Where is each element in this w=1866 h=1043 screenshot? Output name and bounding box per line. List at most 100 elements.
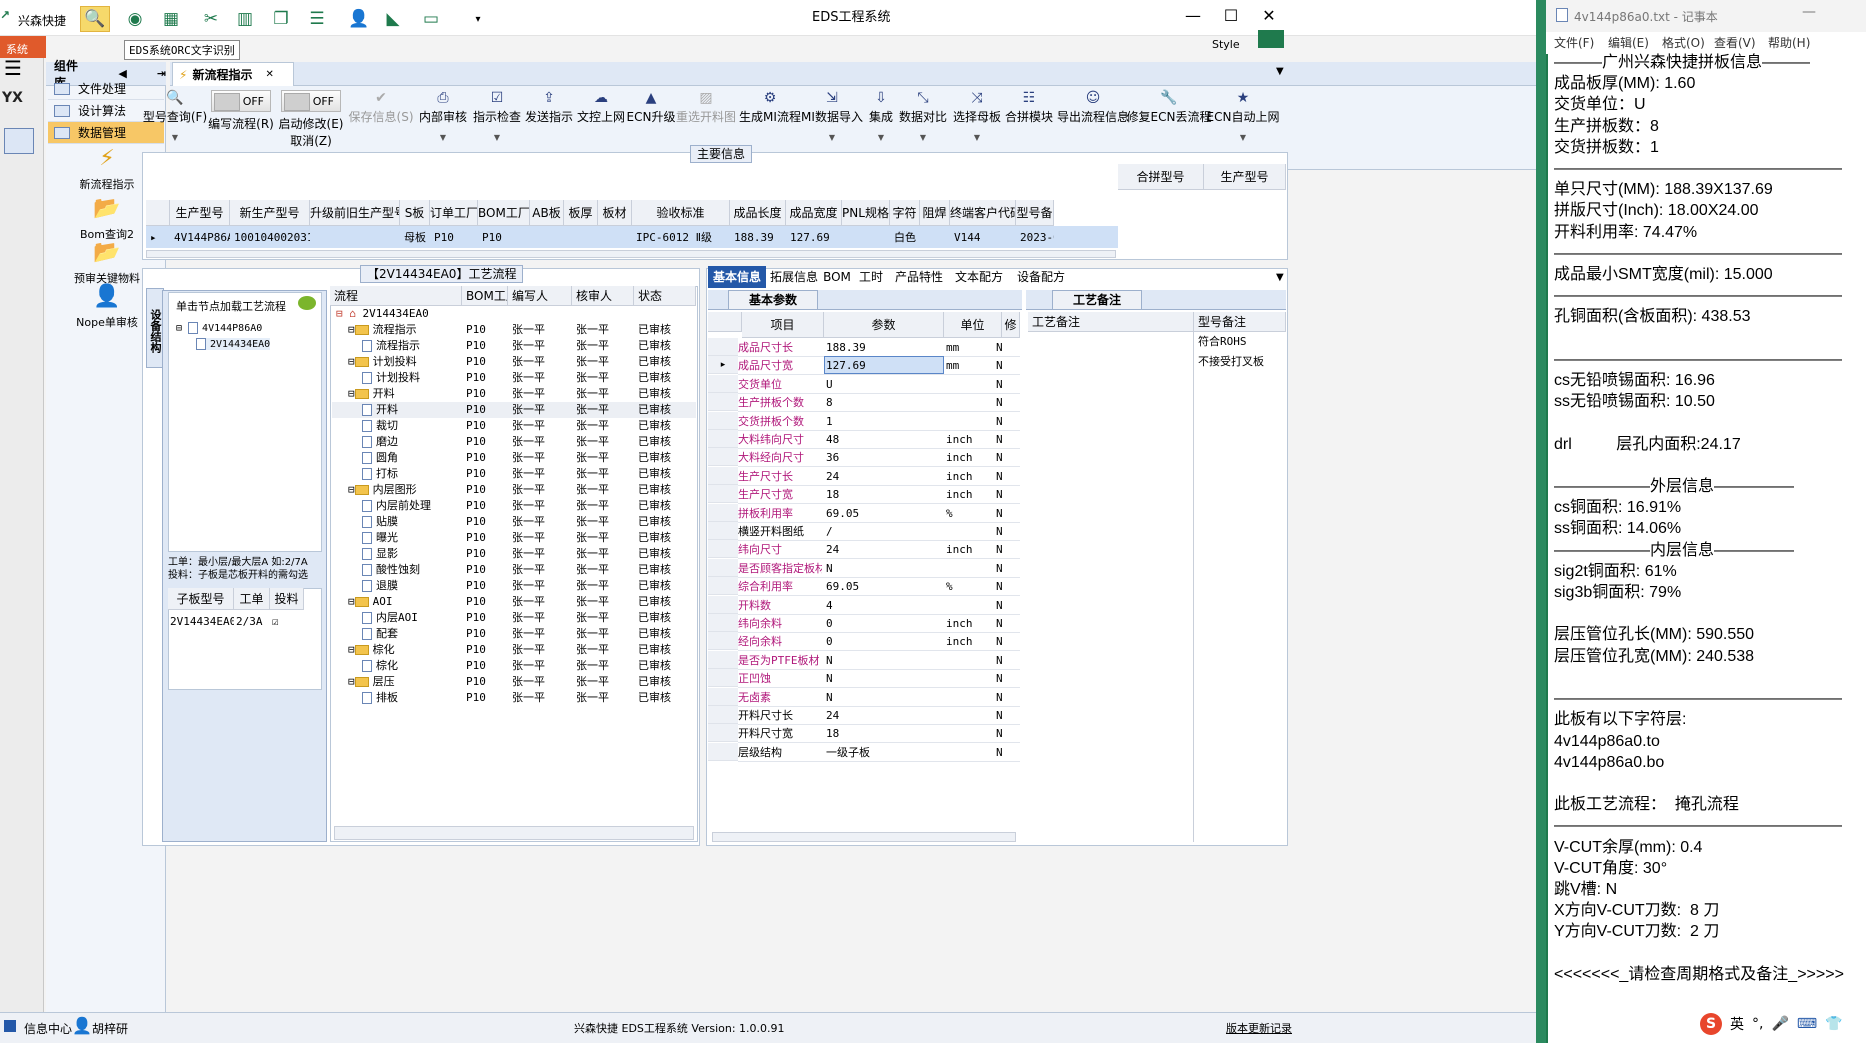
grid-column-header[interactable]: 生产型号 bbox=[170, 200, 230, 226]
globe-icon[interactable]: ◉ bbox=[120, 6, 150, 32]
grid-icon[interactable] bbox=[1258, 30, 1284, 48]
collapse-icon[interactable]: ⊟ bbox=[348, 643, 355, 656]
hamburger-icon[interactable]: ☰ bbox=[4, 56, 22, 80]
calculator-icon[interactable] bbox=[4, 128, 34, 154]
close-button[interactable]: ✕ bbox=[1246, 0, 1292, 30]
param-value[interactable]: 127.69 bbox=[826, 356, 942, 375]
grid-cell[interactable]: 2023-01-31 09 bbox=[1016, 228, 1054, 248]
params-horizontal-scrollbar[interactable] bbox=[712, 832, 1016, 842]
grid-column-header[interactable]: PNL规格 bbox=[842, 200, 890, 226]
shirt-icon[interactable]: 👕 bbox=[1825, 1016, 1842, 1032]
param-value[interactable]: 48 bbox=[826, 430, 942, 449]
detail-dropdown-icon[interactable]: ▼ bbox=[1276, 272, 1284, 283]
sub-grid-header[interactable]: 子板型号 bbox=[168, 588, 234, 610]
changelog-link[interactable]: 版本更新记录 bbox=[1226, 1020, 1292, 1036]
grid-cell[interactable]: 127.69 bbox=[786, 228, 842, 248]
ime-language[interactable]: 英 bbox=[1730, 1014, 1744, 1034]
param-value[interactable]: 18 bbox=[826, 724, 942, 743]
detail-tab[interactable]: BOM bbox=[822, 266, 852, 288]
search-icon[interactable]: 🔍 bbox=[80, 6, 110, 32]
grid-cell[interactable]: 10010400203120 bbox=[230, 228, 310, 248]
params-column-header[interactable]: 单位 bbox=[944, 312, 1002, 338]
grid-column-header[interactable]: 阻焊 bbox=[920, 200, 950, 226]
microphone-icon[interactable]: 🎤 bbox=[1771, 1016, 1788, 1032]
detail-tab[interactable]: 文本配方 bbox=[948, 266, 1010, 288]
param-value[interactable]: U bbox=[826, 375, 942, 394]
grid-cell[interactable]: V144 bbox=[950, 228, 1016, 248]
grid-column-header[interactable]: 成品长度 bbox=[730, 200, 786, 226]
flow-column-header[interactable]: BOM工厂 bbox=[462, 286, 508, 306]
grid-column-header[interactable]: 终端客户代码 bbox=[950, 200, 1016, 226]
param-value[interactable]: 69.05 bbox=[826, 504, 942, 523]
grid-column-header[interactable]: 板材 bbox=[598, 200, 632, 226]
craft-note-area[interactable] bbox=[1028, 332, 1194, 842]
grid-cell[interactable]: 4V144P86A0 bbox=[170, 228, 230, 248]
detail-tab[interactable]: 基本信息 bbox=[708, 266, 766, 288]
grid-column-header[interactable]: 字符 bbox=[890, 200, 920, 226]
yx-logo-icon[interactable]: YX bbox=[2, 90, 38, 116]
menu-help[interactable]: 帮助(H) bbox=[1768, 34, 1810, 51]
grid-cell[interactable]: P10 bbox=[478, 228, 530, 248]
collapse-icon[interactable]: ⊟ bbox=[348, 595, 355, 608]
grid-cell[interactable] bbox=[530, 228, 564, 248]
menu-view[interactable]: 查看(V) bbox=[1714, 34, 1756, 51]
detail-tab[interactable]: 拓展信息 bbox=[766, 266, 822, 288]
keyboard-icon[interactable]: ⌨ bbox=[1797, 1016, 1817, 1032]
param-value[interactable]: 69.05 bbox=[826, 577, 942, 596]
grid-cell[interactable]: IPC-6012 Ⅱ级 bbox=[632, 228, 730, 248]
param-value[interactable]: 24 bbox=[826, 467, 942, 486]
grid-column-header[interactable]: 验收标准 bbox=[632, 200, 730, 226]
params-column-header[interactable]: 修 bbox=[1002, 312, 1020, 338]
detail-tab[interactable]: 设备配方 bbox=[1010, 266, 1072, 288]
sub-grid-cell[interactable]: ☑ bbox=[272, 612, 304, 631]
system-button[interactable]: 系统 bbox=[0, 36, 46, 58]
collapse-icon[interactable]: ⊟ bbox=[348, 675, 355, 688]
grid-column-header[interactable]: AB板 bbox=[530, 200, 564, 226]
menu-format[interactable]: 格式(O) bbox=[1662, 34, 1705, 51]
param-value[interactable]: N bbox=[826, 688, 942, 707]
param-value[interactable]: / bbox=[826, 522, 942, 541]
param-value[interactable]: 18 bbox=[826, 485, 942, 504]
collapse-icon[interactable]: ⊟ bbox=[348, 387, 355, 400]
grid-column-header[interactable]: 升级前旧生产型号 bbox=[310, 200, 400, 226]
close-tab-icon[interactable]: ✕ bbox=[265, 69, 273, 80]
param-value[interactable]: 一级子板 bbox=[826, 743, 942, 762]
collapse-icon[interactable]: ⊟ bbox=[348, 355, 355, 368]
style-menu[interactable]: Style bbox=[1212, 38, 1240, 51]
grid-cell[interactable] bbox=[920, 228, 950, 248]
list-icon[interactable]: ☰ bbox=[302, 6, 332, 32]
tab-dropdown-icon[interactable]: ▼ bbox=[1276, 66, 1284, 77]
flow-tree-node[interactable]: 排板 bbox=[362, 688, 462, 707]
sub-grid-header[interactable]: 工单 bbox=[234, 588, 270, 610]
grid-column-header[interactable]: 新生产型号 bbox=[230, 200, 310, 226]
copy-icon[interactable]: ❐ bbox=[266, 6, 296, 32]
grid-cell[interactable]: P10 bbox=[430, 228, 478, 248]
sogou-ime-icon[interactable]: S bbox=[1700, 1013, 1722, 1035]
side-grid-header[interactable]: 生产型号 bbox=[1204, 164, 1286, 190]
param-value[interactable]: N bbox=[826, 651, 942, 670]
grid-column-header[interactable]: S板 bbox=[400, 200, 430, 226]
punctuation-icon[interactable]: °, bbox=[1752, 1016, 1763, 1032]
flow-column-header[interactable]: 编写人 bbox=[508, 286, 572, 306]
notepad-text-area[interactable]: ———广州兴森快捷拼板信息——— 成品板厚(MM): 1.60 交货单位：U 生… bbox=[1554, 52, 1864, 985]
side-grid-header[interactable]: 合拼型号 bbox=[1118, 164, 1204, 190]
grid-horizontal-scrollbar[interactable] bbox=[146, 250, 1116, 258]
tree-node-child[interactable]: 2V14434EA0 bbox=[196, 338, 271, 350]
flow-column-header[interactable]: 核审人 bbox=[572, 286, 634, 306]
window-icon[interactable]: ▭ bbox=[416, 6, 446, 32]
tree-node-root[interactable]: ⊟ 4V144P86A0 bbox=[176, 322, 262, 334]
sub-grid-cell[interactable]: 2/3A bbox=[236, 612, 270, 631]
grid-cell[interactable] bbox=[310, 228, 400, 248]
chart-icon[interactable]: ◣ bbox=[378, 6, 408, 32]
grid-cell[interactable] bbox=[564, 228, 598, 248]
film-icon[interactable]: ▥ bbox=[230, 6, 260, 32]
info-center-label[interactable]: 信息中心 bbox=[24, 1020, 72, 1037]
table-icon[interactable]: ▦ bbox=[156, 6, 186, 32]
menu-file[interactable]: 文件(F) bbox=[1554, 34, 1594, 51]
param-value[interactable]: 1 bbox=[826, 412, 942, 431]
grid-cell[interactable]: 白色 bbox=[890, 228, 920, 248]
flow-column-header[interactable]: 状态 bbox=[634, 286, 696, 306]
collapse-icon[interactable]: ⊟ bbox=[348, 483, 355, 496]
sub-grid-cell[interactable]: 2V14434EA0 bbox=[170, 612, 234, 631]
grid-cell[interactable]: 母板 bbox=[400, 228, 430, 248]
